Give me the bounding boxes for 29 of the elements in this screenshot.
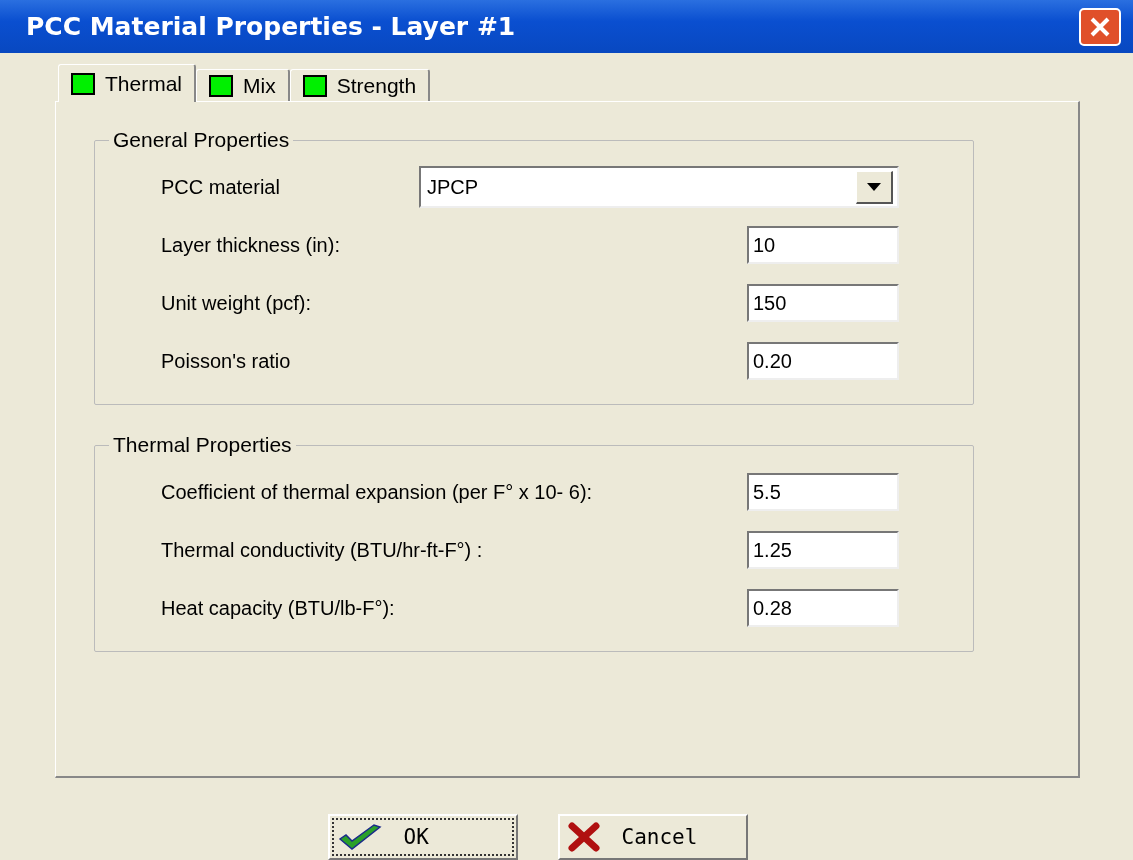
input-field[interactable]: 1.25 — [747, 531, 899, 569]
cancel-button[interactable]: Cancel — [557, 814, 748, 860]
input-field[interactable]: 0.20 — [747, 342, 899, 380]
field-label: Thermal conductivity (BTU/hr-ft-F°) : — [161, 538, 483, 562]
input-field[interactable]: 5.5 — [747, 473, 899, 511]
group-title: Thermal Properties — [112, 433, 293, 457]
field-label: PCC material — [161, 175, 280, 199]
ok-button[interactable]: OK — [327, 814, 518, 860]
status-square-icon — [302, 74, 327, 97]
field-label: Layer thickness (in): — [161, 233, 340, 257]
status-square-icon — [71, 72, 95, 95]
field-label: Unit weight (pcf): — [161, 291, 312, 315]
close-button[interactable] — [1079, 7, 1121, 46]
input-field[interactable]: 0.28 — [747, 589, 899, 627]
field-label: Coefficient of thermal expansion (per F° x 10- 6): — [161, 480, 593, 504]
field-label: Poisson's ratio — [161, 349, 291, 373]
tab[interactable]: Thermal — [58, 64, 197, 102]
x-icon — [567, 822, 600, 852]
group-title: General Properties — [112, 128, 291, 152]
tab[interactable]: Strength — [289, 69, 431, 101]
checkmark-icon — [337, 823, 382, 851]
window-title: PCC Material Properties - Layer #1 — [26, 12, 516, 41]
caret-icon — [867, 182, 881, 191]
status-square-icon — [209, 74, 234, 97]
tab[interactable]: Mix — [196, 69, 290, 101]
input-field[interactable]: 10 — [747, 226, 899, 264]
input-field[interactable]: 150 — [747, 284, 899, 322]
dropdown[interactable]: JPCP — [419, 166, 899, 208]
field-label: Heat capacity (BTU/lb-F°): — [161, 596, 395, 620]
